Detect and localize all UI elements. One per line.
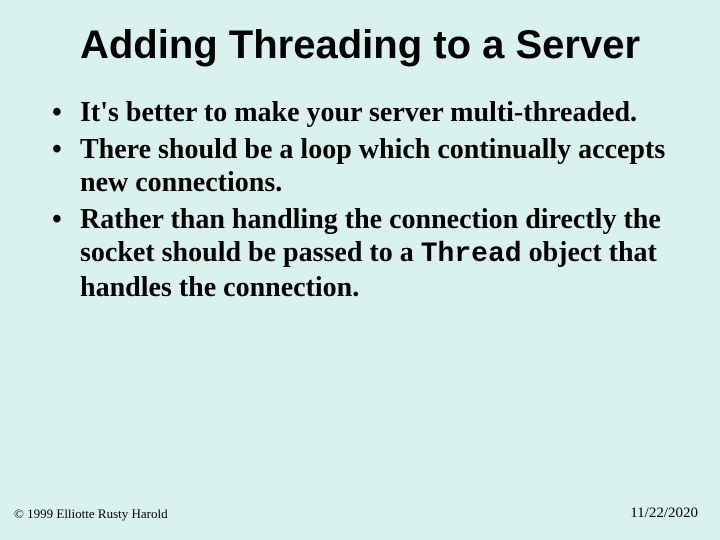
slide: Adding Threading to a Server It's better…	[0, 0, 720, 540]
bullet-text: It's better to make your server multi-th…	[80, 97, 637, 128]
list-item: There should be a loop which continually…	[52, 133, 668, 199]
date-text: 11/22/2020	[630, 505, 698, 522]
slide-title: Adding Threading to a Server	[0, 0, 720, 68]
list-item: It's better to make your server multi-th…	[52, 96, 668, 129]
bullet-text: There should be a loop which continually…	[80, 134, 665, 198]
copyright-text: © 1999 Elliotte Rusty Harold	[14, 506, 168, 522]
code-text: Thread	[421, 239, 522, 270]
list-item: Rather than handling the connection dire…	[52, 203, 668, 304]
bullet-list: It's better to make your server multi-th…	[0, 68, 720, 304]
